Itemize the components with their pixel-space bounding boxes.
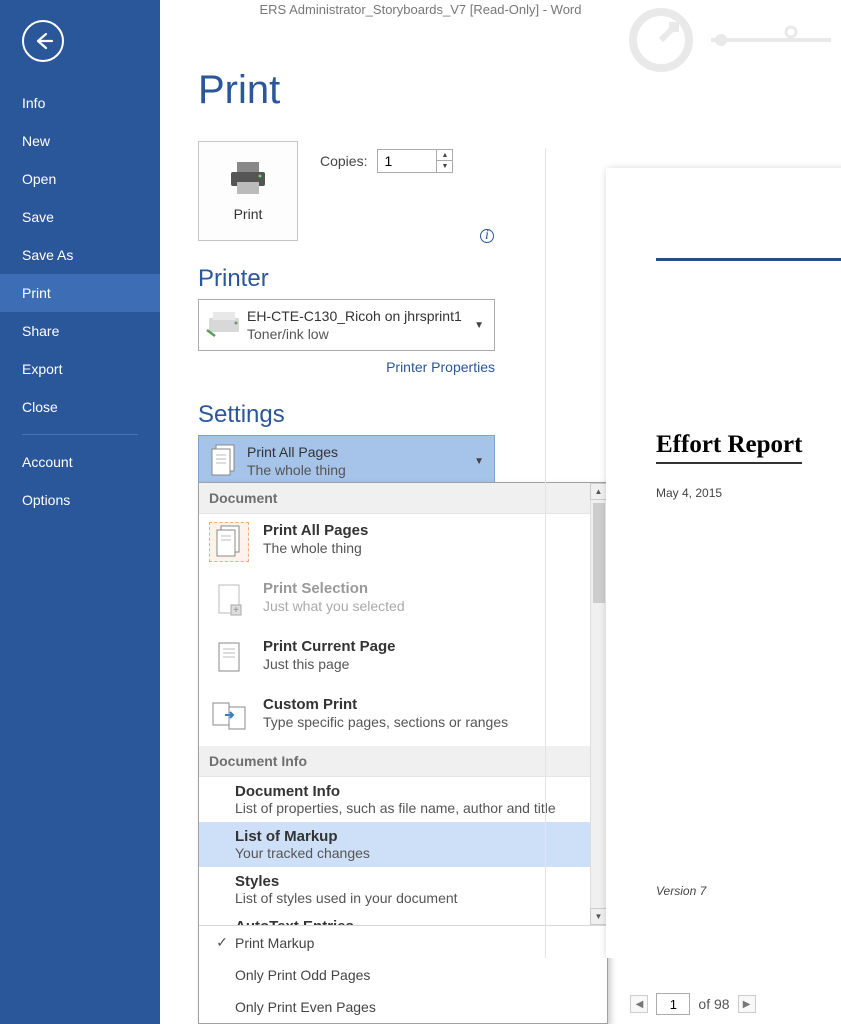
sidebar-item-print[interactable]: Print [0,274,160,312]
check-label: Only Print Odd Pages [235,967,370,983]
info-sub: List of styles used in your document [235,890,597,906]
settings-selected-sub: The whole thing [247,462,470,478]
sidebar-item-close[interactable]: Close [0,388,160,426]
info-icon[interactable]: i [480,229,494,243]
page-title: Print [198,68,841,113]
settings-pages-dropdown[interactable]: Print All Pages The whole thing ▼ [198,435,495,487]
sidebar-item-save[interactable]: Save [0,198,160,236]
sidebar-item-new[interactable]: New [0,122,160,160]
sidebar-item-account[interactable]: Account [0,443,160,481]
chevron-down-icon: ▼ [470,320,488,331]
settings-selected-title: Print All Pages [247,444,470,460]
prev-page-button[interactable]: ◀ [630,995,648,1013]
copies-spinner: ▲ ▼ [437,149,453,173]
print-preview-pane: JOHNS HOPKINS U N I V E R S I T Y Effort… [545,148,841,958]
chevron-down-icon: ▼ [470,456,488,467]
check-label: Only Print Even Pages [235,999,376,1015]
back-button[interactable] [22,20,64,62]
checkmark-icon: ✓ [213,934,231,951]
check-label: Print Markup [235,935,314,951]
preview-doc-version: Version 7 [656,884,706,898]
printer-device-icon [205,310,243,340]
option-icon [209,696,249,736]
sidebar-item-options[interactable]: Options [0,481,160,519]
print-button-label: Print [234,206,263,222]
printer-icon [227,160,269,196]
pages-icon [208,443,240,479]
sidebar-item-save-as[interactable]: Save As [0,236,160,274]
spinner-down[interactable]: ▼ [437,161,452,172]
preview-logo-main: JOHNS HOPKINS [656,224,841,247]
print-button[interactable]: Print [198,141,298,241]
sidebar-item-info[interactable]: Info [0,84,160,122]
preview-page: JOHNS HOPKINS U N I V E R S I T Y Effort… [606,168,841,958]
copies-label: Copies: [320,153,367,169]
next-page-button[interactable]: ▶ [738,995,756,1013]
option-icon [209,522,249,562]
info-title: Document Info [235,783,597,800]
backstage-sidebar: InfoNewOpenSaveSave AsPrintShareExportCl… [0,0,160,1024]
option-icon: + [209,580,249,620]
info-sub: Your tracked changes [235,845,597,861]
sidebar-item-export[interactable]: Export [0,350,160,388]
page-number-input[interactable] [656,993,690,1015]
printer-properties-link[interactable]: Printer Properties [386,359,495,375]
sidebar-divider [22,434,138,435]
preview-doc-date: May 4, 2015 [656,486,841,500]
preview-pager: ◀ of 98 ▶ [545,984,841,1024]
preview-logo-sub: U N I V E R S I T Y [656,245,841,254]
info-title: Styles [235,873,597,890]
info-sub: List of properties, such as file name, a… [235,800,597,816]
preview-doc-title: Effort Report [656,431,802,464]
info-title: AutoText Entries [235,918,597,925]
spinner-up[interactable]: ▲ [437,150,452,161]
sidebar-item-share[interactable]: Share [0,312,160,350]
page-of-label: of 98 [698,996,729,1012]
printer-name: EH-CTE-C130_Ricoh on jhrsprint1 [247,308,470,324]
option-icon [209,638,249,678]
arrow-left-icon [32,30,54,52]
printer-status: Toner/ink low [247,326,470,342]
info-title: List of Markup [235,828,597,845]
printer-dropdown[interactable]: EH-CTE-C130_Ricoh on jhrsprint1 Toner/in… [198,299,495,351]
copies-input[interactable] [377,149,437,173]
sidebar-item-open[interactable]: Open [0,160,160,198]
svg-text:+: + [233,605,239,616]
